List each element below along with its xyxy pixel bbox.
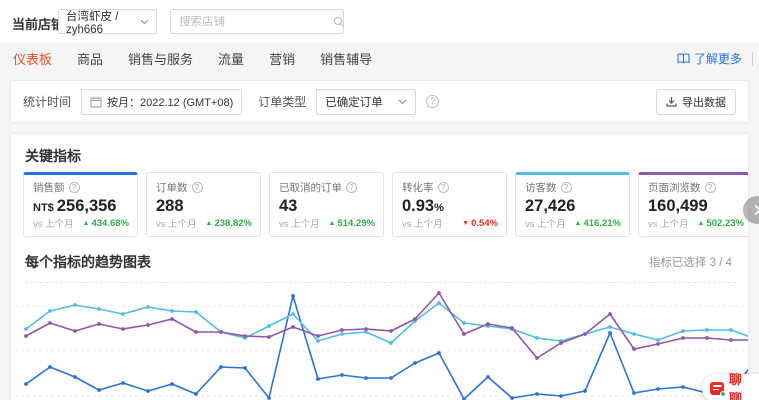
- currency-prefix: NT$: [33, 202, 57, 214]
- metric-value: 288: [156, 197, 184, 215]
- metric-card-visitors[interactable]: 访客数? 27,426 vs 上个月 ▲416.21%: [515, 172, 630, 237]
- change-badge: ▲416.21%: [575, 218, 621, 229]
- help-icon[interactable]: ?: [561, 182, 572, 193]
- order-type-value: 已确定订单: [325, 94, 383, 110]
- vs-label: vs 上个月: [33, 216, 74, 230]
- chevron-down-icon: [140, 19, 149, 25]
- help-icon[interactable]: ?: [438, 182, 449, 193]
- trend-arrow-icon: ▼: [462, 220, 469, 227]
- metric-title: 转化率: [402, 180, 434, 195]
- metrics-selected-count: 指标已选择 3 / 4: [649, 254, 732, 270]
- metric-value: 256,356: [57, 197, 117, 215]
- metric-card-pageviews[interactable]: 页面浏览数? 160,499 vs 上个月 ▲502.23%: [638, 172, 749, 237]
- help-icon[interactable]: ?: [192, 182, 203, 193]
- metric-card-cancelled-orders[interactable]: 已取消的订单? 43 vs 上个月 ▲514.29%: [269, 172, 384, 237]
- search-icon: [333, 16, 345, 28]
- help-icon[interactable]: ?: [69, 182, 80, 193]
- metric-title: 已取消的订单: [279, 180, 342, 195]
- metric-title: 订单数: [156, 180, 188, 195]
- vs-label: vs 上个月: [525, 216, 566, 230]
- vs-label: vs 上个月: [648, 216, 689, 230]
- metric-cards-row: 销售额? NT$ 256,356 vs 上个月 ▲434.68% 订单数? 288…: [23, 172, 749, 237]
- shop-search-box[interactable]: [170, 9, 344, 34]
- order-type-label: 订单类型: [258, 93, 306, 110]
- metric-title: 销售额: [33, 180, 65, 195]
- metric-value: 0.93: [402, 197, 434, 215]
- chevron-right-icon: [753, 204, 759, 216]
- tab-traffic[interactable]: 流量: [218, 49, 244, 68]
- main-nav: 仪表板 商品 销售与服务 流量 营销 销售辅导 了解更多: [0, 43, 759, 74]
- trend-arrow-icon: ▲: [329, 220, 336, 227]
- time-filter-label: 统计时间: [23, 93, 71, 110]
- filter-bar: 统计时间 按月：2022.12 (GMT+08) 订单类型 已确定订单 ? 导出…: [10, 80, 749, 123]
- chat-label: 聊聊: [729, 369, 753, 400]
- change-badge: ▲238.82%: [206, 218, 252, 229]
- dashboard-panel: 关键指标 销售额? NT$ 256,356 vs 上个月 ▲434.68% 订单数…: [10, 133, 749, 400]
- time-range-picker[interactable]: 按月：2022.12 (GMT+08): [81, 89, 242, 115]
- tab-marketing[interactable]: 营销: [269, 49, 295, 68]
- book-icon: [677, 53, 690, 64]
- help-icon[interactable]: ?: [346, 182, 357, 193]
- trend-line-chart[interactable]: [11, 279, 749, 400]
- calendar-icon: [90, 96, 102, 108]
- vs-label: vs 上个月: [156, 216, 197, 230]
- download-icon: [666, 96, 677, 107]
- trend-arrow-icon: ▲: [575, 220, 582, 227]
- metric-card-orders[interactable]: 订单数? 288 vs 上个月 ▲238.82%: [146, 172, 261, 237]
- chat-widget-button[interactable]: 聊聊: [702, 374, 759, 400]
- change-badge: ▲434.68%: [83, 218, 129, 229]
- change-badge: ▲502.23%: [698, 218, 744, 229]
- nav-divider: [752, 52, 753, 66]
- order-type-help-icon[interactable]: ?: [426, 95, 439, 108]
- trend-chart-title: 每个指标的趋势图表: [25, 252, 151, 272]
- search-input[interactable]: [179, 16, 333, 28]
- time-range-value: 按月：2022.12 (GMT+08): [107, 94, 233, 110]
- chevron-down-icon: [398, 99, 407, 105]
- chat-bubble-icon: [710, 382, 724, 395]
- vs-label: vs 上个月: [279, 216, 320, 230]
- top-bar: 当前店铺 台湾虾皮 / zyh666: [0, 0, 759, 43]
- tab-dashboard[interactable]: 仪表板: [13, 49, 52, 68]
- vs-label: vs 上个月: [402, 216, 443, 230]
- metric-value: 43: [279, 197, 297, 215]
- metric-title: 访客数: [525, 180, 557, 195]
- export-data-label: 导出数据: [682, 94, 726, 110]
- metric-title: 页面浏览数: [648, 180, 701, 195]
- help-icon[interactable]: ?: [705, 182, 716, 193]
- metric-card-sales[interactable]: 销售额? NT$ 256,356 vs 上个月 ▲434.68%: [23, 172, 138, 237]
- metric-value: 27,426: [525, 197, 575, 215]
- shop-selector-value: 台湾虾皮 / zyh666: [66, 8, 140, 36]
- current-shop-label: 当前店铺: [12, 14, 64, 33]
- shop-selector-dropdown[interactable]: 台湾虾皮 / zyh666: [58, 9, 157, 34]
- change-badge: ▼0.54%: [462, 218, 498, 229]
- trend-arrow-icon: ▲: [698, 220, 705, 227]
- tab-sales-service[interactable]: 销售与服务: [128, 49, 193, 68]
- tab-sales-coaching[interactable]: 销售辅导: [320, 49, 372, 68]
- trend-arrow-icon: ▲: [83, 220, 90, 227]
- learn-more-link[interactable]: 了解更多: [677, 50, 742, 67]
- tab-products[interactable]: 商品: [77, 49, 103, 68]
- metric-card-conversion-rate[interactable]: 转化率? 0.93% vs 上个月▼0.54%: [392, 172, 507, 237]
- metric-value: 160,499: [648, 197, 708, 215]
- trend-arrow-icon: ▲: [206, 220, 213, 227]
- export-data-button[interactable]: 导出数据: [656, 89, 736, 115]
- order-type-select[interactable]: 已确定订单: [316, 89, 416, 115]
- learn-more-label: 了解更多: [694, 50, 742, 67]
- change-badge: ▲514.29%: [329, 218, 375, 229]
- key-metrics-title: 关键指标: [25, 146, 81, 166]
